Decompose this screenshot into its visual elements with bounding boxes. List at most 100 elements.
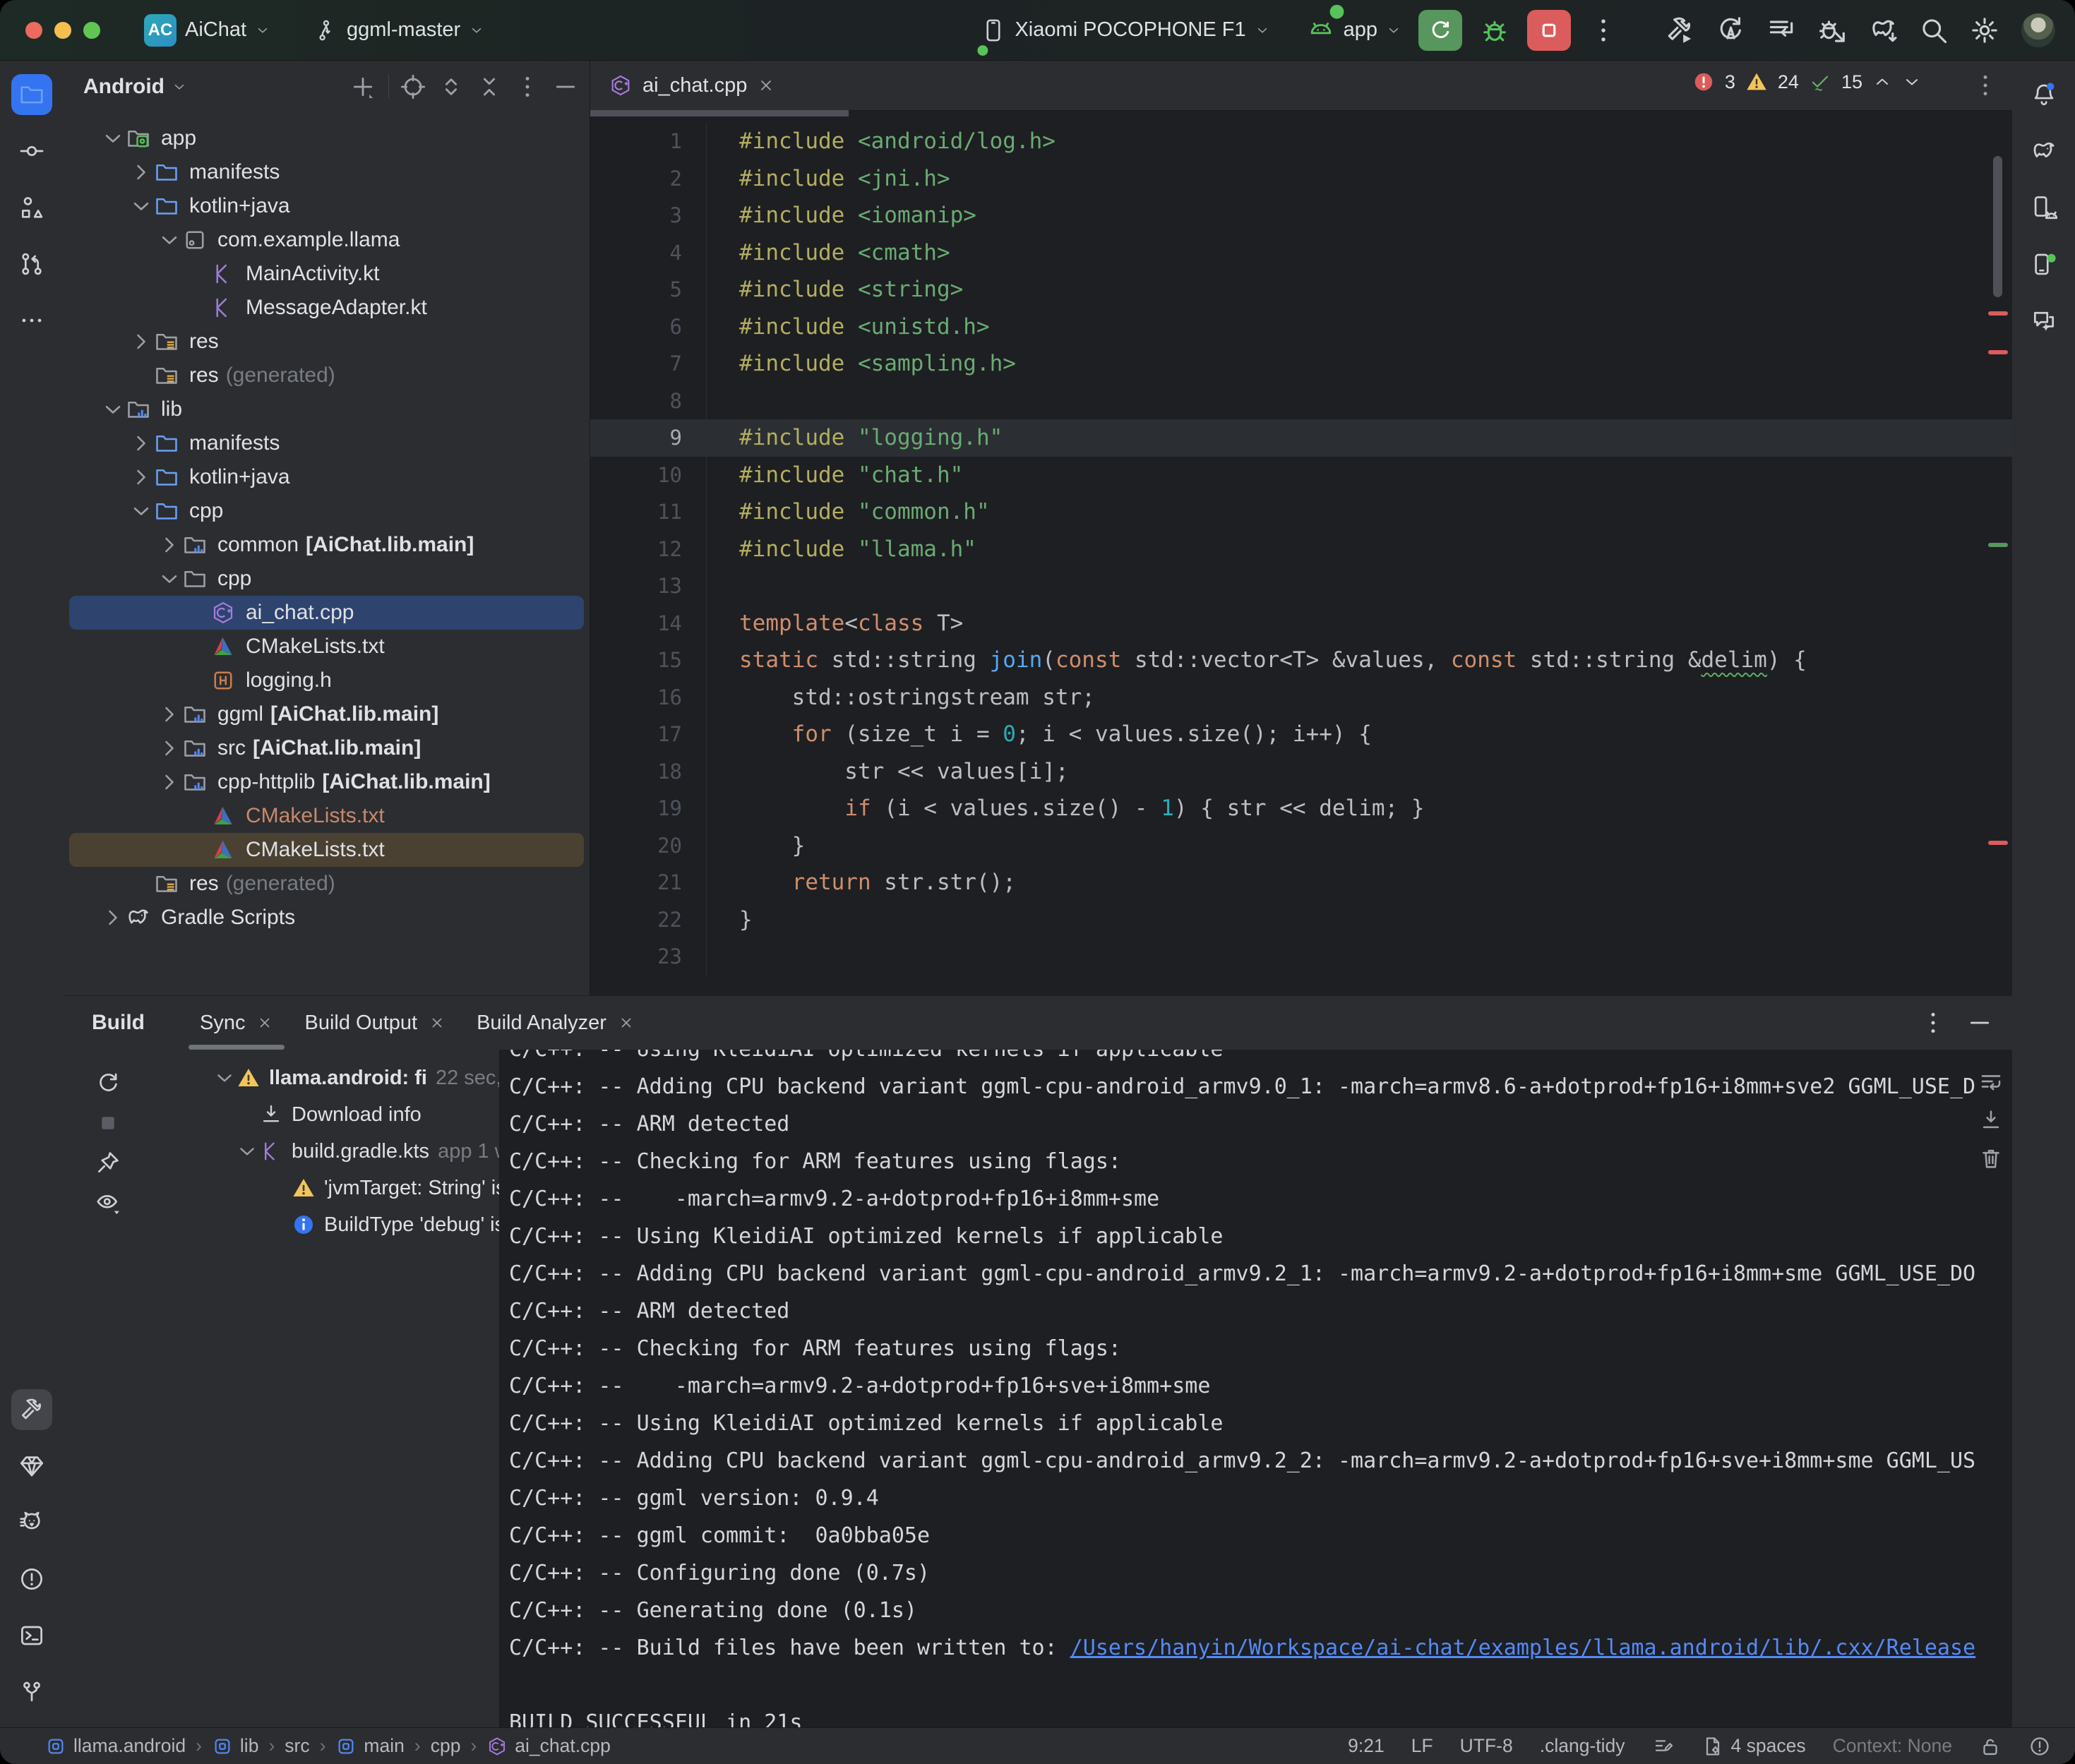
tool-window-button-gemini-chat[interactable] xyxy=(2023,300,2064,341)
tool-window-button-device-manager[interactable] xyxy=(2023,187,2064,228)
tree-item-cmakelists-txt[interactable]: CMakeLists.txt xyxy=(69,833,584,867)
status-widget-lf[interactable]: LF xyxy=(1411,1735,1433,1757)
inspections-widget[interactable]: 3 24 15 xyxy=(1692,71,1922,93)
chevron-down-icon[interactable] xyxy=(128,193,154,219)
status-widget--clang-tidy[interactable]: .clang-tidy xyxy=(1540,1735,1625,1757)
tree-item-messageadapter-kt[interactable]: MessageAdapter.kt xyxy=(69,291,584,325)
tree-item-gradle-scripts[interactable]: Gradle Scripts xyxy=(69,901,584,935)
tool-window-button-vcs-branch[interactable] xyxy=(11,1672,52,1712)
breadcrumb-src[interactable]: src xyxy=(285,1735,309,1757)
tool-window-button-terminal[interactable] xyxy=(11,1615,52,1656)
chevron-right-icon[interactable] xyxy=(100,905,126,930)
tree-item-logging-h[interactable]: logging.h xyxy=(69,664,584,697)
tree-item-ai-chat-cpp[interactable]: ai_chat.cpp xyxy=(69,596,584,630)
plus-button[interactable] xyxy=(349,73,377,101)
breadcrumb-lib[interactable]: lib xyxy=(212,1735,259,1757)
pin-button[interactable] xyxy=(95,1149,121,1176)
chevron-right-icon[interactable] xyxy=(128,160,154,185)
tool-window-button-pull-requests[interactable] xyxy=(11,244,52,284)
chevron-down-icon[interactable] xyxy=(100,126,126,151)
tree-item-mainactivity-kt[interactable]: MainActivity.kt xyxy=(69,257,584,291)
chevron-right-icon[interactable] xyxy=(128,464,154,490)
tree-item-res[interactable]: res xyxy=(69,325,584,359)
tree-item-com-example-llama[interactable]: com.example.llama xyxy=(69,223,584,257)
build-tab-build-analyzer[interactable]: Build Analyzer xyxy=(461,996,650,1050)
build-output-path-link[interactable]: /Users/hanyin/Workspace/ai-chat/examples… xyxy=(1070,1636,1975,1660)
tool-window-button-hammer[interactable] xyxy=(11,1389,52,1430)
wrap-button[interactable] xyxy=(1978,1069,2004,1095)
chevron-down-icon[interactable] xyxy=(128,498,154,524)
build-list-button[interactable] xyxy=(1766,15,1797,46)
breadcrumb-ai-chat-cpp[interactable]: ai_chat.cpp xyxy=(486,1735,611,1757)
tree-item-ggml[interactable]: ggml [AiChat.lib.main] xyxy=(69,697,584,731)
close-icon[interactable] xyxy=(256,1014,273,1031)
project-view-selector[interactable]: Android xyxy=(83,75,165,99)
chevron-down-icon[interactable] xyxy=(213,1066,237,1090)
chevron-right-icon[interactable] xyxy=(157,736,182,761)
minus-button[interactable] xyxy=(551,73,580,101)
breadcrumb-llama-android[interactable]: llama.android xyxy=(45,1735,186,1757)
tree-item-app[interactable]: app xyxy=(69,121,584,155)
tool-window-button-running-devices[interactable] xyxy=(2023,244,2064,284)
tree-item-manifests[interactable]: manifests xyxy=(69,155,584,189)
chevron-down-icon[interactable] xyxy=(157,566,182,592)
tool-window-button-folder[interactable] xyxy=(11,74,52,115)
tree-item-res[interactable]: res (generated) xyxy=(69,867,584,901)
tree-item-cpp-httplib[interactable]: cpp-httplib [AiChat.lib.main] xyxy=(69,765,584,799)
search-button[interactable] xyxy=(1918,15,1949,46)
refresh-button[interactable] xyxy=(95,1070,121,1097)
tool-window-button-commit[interactable] xyxy=(11,131,52,172)
minus-button[interactable] xyxy=(1966,1009,1994,1037)
close-icon[interactable] xyxy=(618,1014,635,1031)
unfold-button[interactable] xyxy=(437,73,465,101)
build-tree-row[interactable]: Download info xyxy=(152,1096,499,1133)
fold-button[interactable] xyxy=(475,73,503,101)
status-widget-icon[interactable] xyxy=(1979,1735,2002,1758)
prev-problem-chevron[interactable] xyxy=(1872,72,1892,92)
vertical-scrollbar[interactable] xyxy=(1993,156,2002,297)
apply-changes-button[interactable] xyxy=(1715,15,1746,46)
chevron-right-icon[interactable] xyxy=(157,702,182,727)
error-stripe-mark[interactable] xyxy=(1988,543,2008,547)
status-widget-icon[interactable] xyxy=(2028,1735,2051,1758)
settings-button[interactable] xyxy=(1969,15,2000,46)
kebab-button[interactable] xyxy=(1919,1009,1947,1037)
chevron-down-icon[interactable] xyxy=(157,227,182,253)
tool-window-button-gradle[interactable] xyxy=(2023,131,2064,172)
tool-window-button-diamond[interactable] xyxy=(11,1446,52,1487)
tree-item-cmakelists-txt[interactable]: CMakeLists.txt xyxy=(69,630,584,664)
error-stripe-mark[interactable] xyxy=(1988,311,2008,316)
close-icon[interactable] xyxy=(757,76,775,95)
tree-item-kotlin-java[interactable]: kotlin+java xyxy=(69,460,584,494)
status-widget-utf-8[interactable]: UTF-8 xyxy=(1460,1735,1513,1757)
tool-window-button-bell[interactable] xyxy=(2023,74,2064,115)
status-widget-context-none[interactable]: Context: None xyxy=(1833,1735,1952,1757)
error-stripe-mark[interactable] xyxy=(1988,841,2008,845)
chevron-right-icon[interactable] xyxy=(157,769,182,795)
tree-item-manifests[interactable]: manifests xyxy=(69,426,584,460)
status-widget-4-spaces[interactable]: 4 spaces xyxy=(1702,1735,1806,1758)
breadcrumb-cpp[interactable]: cpp xyxy=(431,1735,461,1757)
trash-button[interactable] xyxy=(1978,1146,2004,1171)
build-tab-sync[interactable]: Sync xyxy=(184,996,289,1050)
run-configuration-selector[interactable]: app xyxy=(1297,11,1411,50)
build-tab-build-output[interactable]: Build Output xyxy=(289,996,461,1050)
horizontal-scrollbar[interactable] xyxy=(590,110,849,116)
stop-square-button[interactable] xyxy=(95,1110,121,1136)
chevron-right-icon[interactable] xyxy=(128,431,154,456)
status-widget-icon[interactable] xyxy=(1652,1735,1675,1758)
error-stripe-mark[interactable] xyxy=(1988,350,2008,354)
close-icon[interactable] xyxy=(429,1014,446,1031)
eye-button[interactable] xyxy=(95,1189,121,1216)
chevron-right-icon[interactable] xyxy=(128,329,154,354)
tree-item-common[interactable]: common [AiChat.lib.main] xyxy=(69,528,584,562)
kebab-button[interactable] xyxy=(513,73,542,101)
build-hammer-run-button[interactable] xyxy=(1664,15,1695,46)
chevron-down-icon[interactable] xyxy=(235,1139,259,1163)
tool-window-button-profiler[interactable] xyxy=(11,1502,52,1543)
tool-window-button-structure[interactable] xyxy=(11,187,52,228)
tree-item-kotlin-java[interactable]: kotlin+java xyxy=(69,189,584,223)
scroll-end-button[interactable] xyxy=(1978,1108,2004,1133)
tool-window-button-more[interactable] xyxy=(11,300,52,341)
next-problem-chevron[interactable] xyxy=(1902,72,1922,92)
